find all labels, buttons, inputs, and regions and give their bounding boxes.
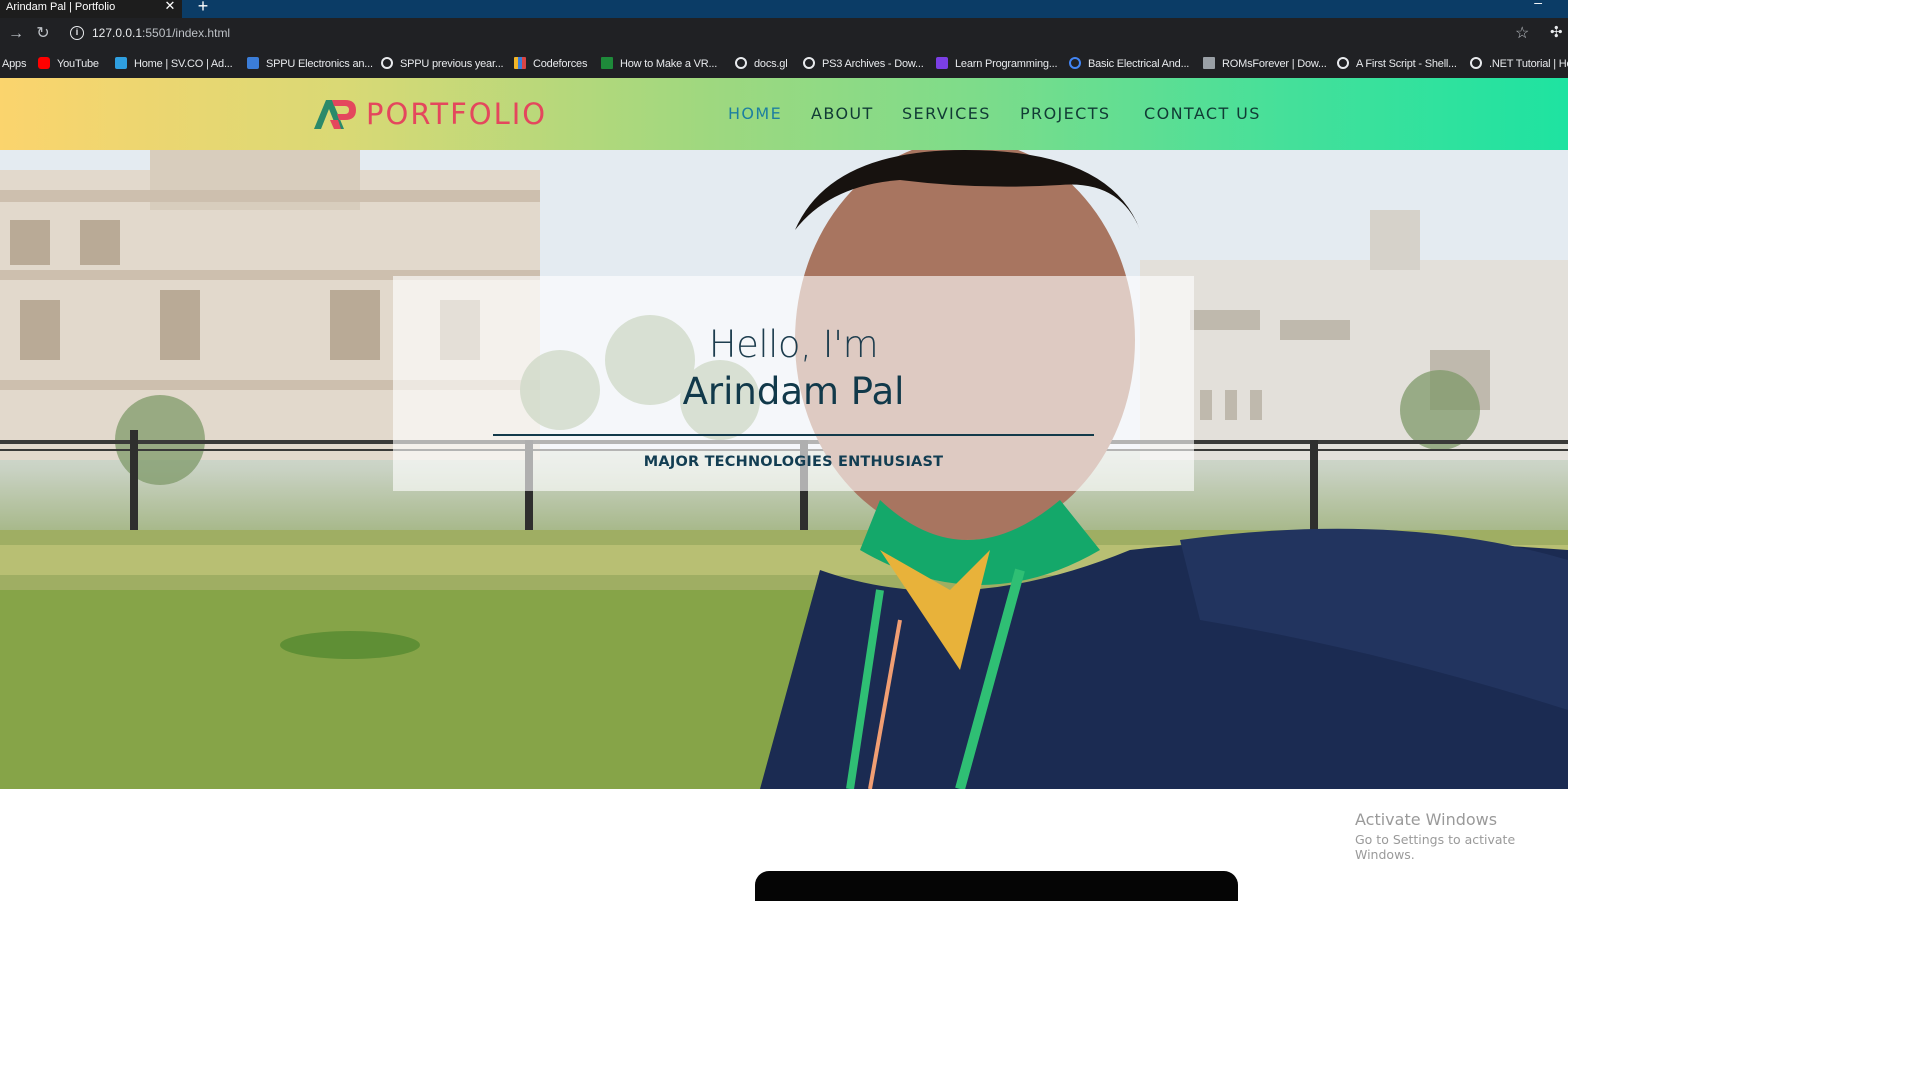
bookmark-romsforever[interactable]: ROMsForever | Dow... xyxy=(1203,55,1327,73)
bookmark-label: PS3 Archives - Dow... xyxy=(822,58,924,70)
globe-icon xyxy=(1337,57,1349,69)
bookmark-basic-electrical[interactable]: Basic Electrical And... xyxy=(1069,55,1189,73)
codeforces-icon xyxy=(514,57,526,69)
new-tab-button[interactable]: + xyxy=(194,0,212,15)
site-logo[interactable]: PORTFOLIO xyxy=(312,94,547,134)
url-host: 127.0.0.1 xyxy=(92,26,143,40)
windows-activation-subtitle: Go to Settings to activate Windows. xyxy=(1355,832,1516,862)
reload-icon[interactable]: ↻ xyxy=(33,24,53,44)
bookmark-label: .NET Tutorial | He xyxy=(1489,58,1568,70)
bookmark-star-icon[interactable]: ☆ xyxy=(1515,23,1529,43)
tab-close-icon[interactable]: ✕ xyxy=(162,0,178,14)
forward-arrow-icon[interactable]: → xyxy=(6,24,26,44)
file-icon xyxy=(1203,57,1215,69)
hero-section: Hello, I'm Arindam Pal MAJOR TECHNOLOGIE… xyxy=(0,150,1568,789)
google-icon xyxy=(1069,57,1081,69)
hero-name: Arindam Pal xyxy=(682,370,905,413)
youtube-icon xyxy=(38,57,50,69)
nav-projects[interactable]: PROJECTS xyxy=(1020,104,1111,123)
window-minimize-button[interactable]: – xyxy=(1534,0,1542,10)
nav-services[interactable]: SERVICES xyxy=(902,104,991,123)
windows-activation-title: Activate Windows xyxy=(1355,810,1498,829)
hero-tagline: MAJOR TECHNOLOGIES ENTHUSIAST xyxy=(643,454,944,470)
bookmark-codeforces[interactable]: Codeforces xyxy=(514,55,587,73)
bookmark-youtube[interactable]: YouTube xyxy=(38,55,99,73)
browser-tab-bar: Arindam Pal | Portfolio ✕ + – xyxy=(0,0,1568,18)
bookmark-label: Basic Electrical And... xyxy=(1088,58,1190,70)
bookmark-first-script[interactable]: A First Script - Shell... xyxy=(1337,55,1457,73)
bookmarks-bar: Apps YouTube Home | SV.CO | Ad... SPPU E… xyxy=(0,50,1568,78)
bookmark-docsgl[interactable]: docs.gl xyxy=(735,55,788,73)
bookmark-label: Home | SV.CO | Ad... xyxy=(134,58,233,70)
bookmark-svco[interactable]: Home | SV.CO | Ad... xyxy=(115,55,233,73)
bookmark-label: YouTube xyxy=(57,58,99,70)
globe-icon xyxy=(735,57,747,69)
bookmark-label: docs.gl xyxy=(754,58,788,70)
bookmark-label: Codeforces xyxy=(533,58,588,70)
next-section-card xyxy=(755,871,1238,901)
bookmark-sppu-electronics[interactable]: SPPU Electronics an... xyxy=(247,55,373,73)
bookmark-ps3-archives[interactable]: PS3 Archives - Dow... xyxy=(803,55,924,73)
browser-tab[interactable]: Arindam Pal | Portfolio xyxy=(0,0,182,18)
site-header: PORTFOLIO HOME ABOUT SERVICES PROJECTS C… xyxy=(0,78,1568,150)
extensions-puzzle-icon[interactable]: ✣ xyxy=(1550,23,1563,41)
globe-icon xyxy=(803,57,815,69)
svco-icon xyxy=(115,57,127,69)
hero-divider xyxy=(493,434,1094,436)
bookmark-vr[interactable]: How to Make a VR... xyxy=(601,55,717,73)
nav-home[interactable]: HOME xyxy=(728,104,782,123)
hero-greeting: Hello, I'm xyxy=(708,323,879,366)
bookmark-label: Learn Programming... xyxy=(955,58,1058,70)
logo-text: PORTFOLIO xyxy=(366,97,548,131)
bookmark-sppu-previous[interactable]: SPPU previous year... xyxy=(381,55,504,73)
address-bar[interactable]: 127.0.0.1:5501/index.html xyxy=(92,26,230,40)
nav-about[interactable]: ABOUT xyxy=(811,104,874,123)
bookmark-label: SPPU Electronics an... xyxy=(266,58,373,70)
bookmark-label: Apps xyxy=(2,58,27,70)
ap-logo-icon xyxy=(314,100,356,129)
bookmark-apps[interactable]: Apps xyxy=(2,55,26,73)
bookmark-net-tutorial[interactable]: .NET Tutorial | He xyxy=(1470,55,1568,73)
bookmark-learn-programming[interactable]: Learn Programming... xyxy=(936,55,1058,73)
learn-icon xyxy=(936,57,948,69)
url-path: :5501/index.html xyxy=(142,26,231,40)
bookmark-label: SPPU previous year... xyxy=(400,58,504,70)
bookmark-label: How to Make a VR... xyxy=(620,58,718,70)
nav-contact-us[interactable]: CONTACT US xyxy=(1144,104,1261,123)
globe-icon xyxy=(381,57,393,69)
sppu-icon xyxy=(247,57,259,69)
bookmark-label: ROMsForever | Dow... xyxy=(1222,58,1327,70)
browser-toolbar: → ↻ i 127.0.0.1:5501/index.html ☆ ✣ xyxy=(0,18,1568,50)
tab-title: Arindam Pal | Portfolio xyxy=(6,1,116,13)
chart-icon xyxy=(601,57,613,69)
bookmark-label: A First Script - Shell... xyxy=(1356,58,1457,70)
globe-icon xyxy=(1470,57,1482,69)
site-info-icon[interactable]: i xyxy=(70,26,84,40)
